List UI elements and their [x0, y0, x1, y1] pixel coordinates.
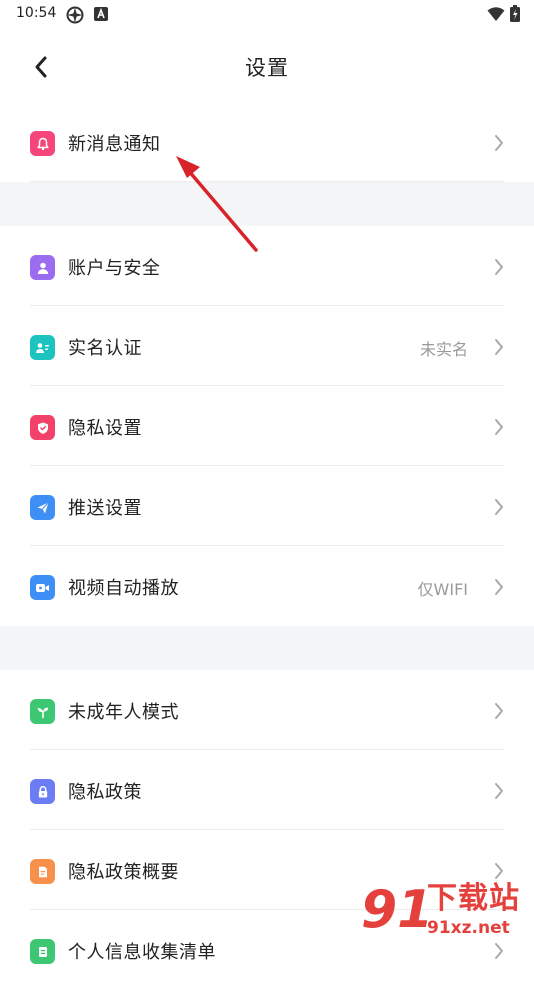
document-icon: [30, 859, 55, 884]
autoplay-setting-value: 仅WIFI: [417, 580, 468, 599]
chevron-right-icon: [494, 258, 504, 280]
settings-item-label: 隐私设置: [68, 418, 142, 439]
chevron-right-icon: [494, 578, 504, 600]
status-right-icons: [487, 5, 520, 26]
verification-status: 未实名: [419, 340, 468, 359]
settings-item-label: 个人信息收集清单: [68, 942, 216, 963]
settings-item-label: 视频自动播放: [68, 578, 179, 599]
settings-item-new-message-notification[interactable]: 新消息通知: [0, 102, 534, 182]
settings-item-label: 隐私政策概要: [68, 862, 179, 883]
shield-icon: [30, 415, 55, 440]
settings-item-real-name-verification[interactable]: 实名认证 未实名: [0, 306, 534, 386]
chevron-right-icon: [494, 134, 504, 156]
settings-item-label: 实名认证: [68, 338, 142, 359]
settings-item-privacy-policy-summary[interactable]: 隐私政策概要: [0, 830, 534, 910]
status-time: 10:54: [16, 5, 57, 21]
chevron-right-icon: [494, 498, 504, 520]
sprout-icon: [30, 699, 55, 724]
list-icon: [30, 939, 55, 964]
status-bar: 10:54: [0, 0, 534, 28]
settings-item-label: 推送设置: [68, 498, 142, 519]
video-icon: [30, 575, 55, 600]
id-card-icon: [30, 335, 55, 360]
row-divider: [30, 181, 504, 182]
settings-item-label: 新消息通知: [68, 134, 161, 155]
chevron-right-icon: [494, 782, 504, 804]
settings-item-push-settings[interactable]: 推送设置: [0, 466, 534, 546]
lock-icon: [30, 779, 55, 804]
chevron-right-icon: [494, 862, 504, 884]
group-separator: [0, 626, 534, 670]
settings-item-personal-info-collection-list[interactable]: 个人信息收集清单: [0, 910, 534, 990]
chevron-right-icon: [494, 338, 504, 360]
font-a-icon: [94, 6, 108, 25]
group-separator: [0, 182, 534, 226]
sync-icon: [66, 6, 84, 28]
settings-item-privacy-settings[interactable]: 隐私设置: [0, 386, 534, 466]
settings-list: 新消息通知 账户与安全 实名认证 未实名 隐私设置 推送设置 视频自动播放 仅W…: [0, 102, 534, 990]
chevron-right-icon: [494, 702, 504, 724]
page-title: 设置: [245, 56, 289, 80]
battery-icon: [510, 5, 520, 26]
chevron-right-icon: [494, 418, 504, 440]
wifi-icon: [487, 7, 510, 26]
settings-item-privacy-policy[interactable]: 隐私政策: [0, 750, 534, 830]
settings-item-video-autoplay[interactable]: 视频自动播放 仅WIFI: [0, 546, 534, 626]
user-icon: [30, 255, 55, 280]
settings-item-label: 未成年人模式: [68, 702, 179, 723]
bell-icon: [30, 131, 55, 156]
chevron-right-icon: [494, 942, 504, 964]
settings-item-minor-mode[interactable]: 未成年人模式: [0, 670, 534, 750]
send-icon: [30, 495, 55, 520]
settings-item-account-security[interactable]: 账户与安全: [0, 226, 534, 306]
settings-item-label: 隐私政策: [68, 782, 142, 803]
settings-item-label: 账户与安全: [68, 258, 161, 279]
nav-bar: 设置: [0, 28, 534, 103]
